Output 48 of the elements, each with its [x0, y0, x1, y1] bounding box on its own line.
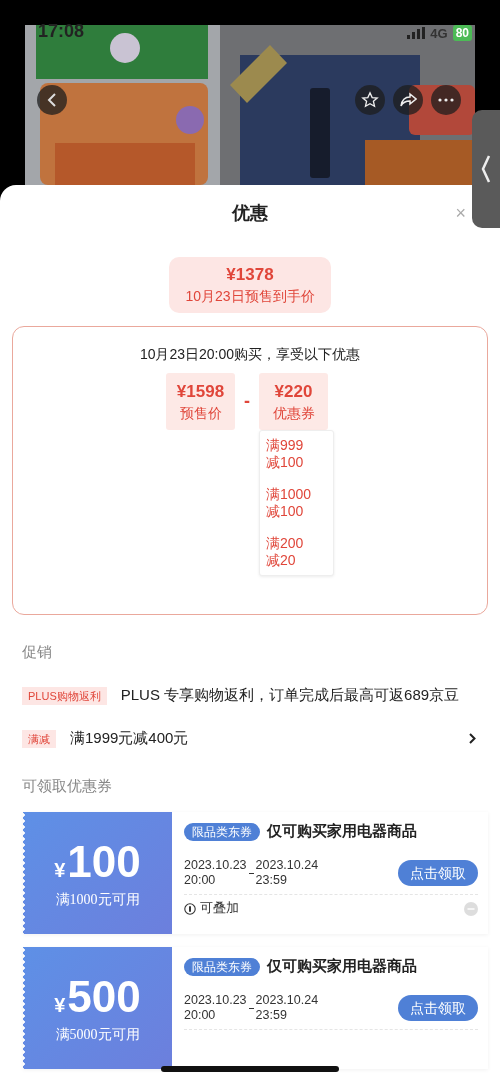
promo-text: PLUS 专享购物返利，订单完成后最高可返689京豆 [120, 685, 461, 705]
discount-tier-label: 满999 减100 [266, 437, 305, 471]
coupon-tag: 限品类东券 [184, 822, 260, 841]
chevron-right-icon[interactable] [469, 733, 476, 744]
promo-tag: 满减 [22, 730, 56, 748]
battery-level: 80 [452, 25, 472, 41]
minus-sign: - [243, 390, 251, 413]
discount-tier-label: 满200 减20 [266, 535, 305, 569]
breakdown-heading: 10月23日20:00购买，享受以下优惠 [139, 345, 361, 364]
section-heading: 促销 [22, 642, 53, 662]
start-date: 2023.10.23 20:00 [184, 993, 247, 1023]
coupon-price: ¥220 [274, 380, 313, 403]
status-time: 17:08 [38, 20, 85, 42]
start-date: 2023.10.23 20:00 [184, 858, 247, 888]
close-button[interactable]: × [455, 203, 466, 223]
info-icon [184, 902, 196, 915]
presale-price: ¥1598 [176, 380, 225, 403]
end-date: 2023.10.24 23:59 [255, 858, 319, 888]
signal-icon [407, 27, 426, 39]
network-label: 4G [430, 25, 448, 41]
sheet-title: 优惠 [232, 202, 268, 225]
coupon-tag: 限品类东券 [184, 957, 260, 976]
claim-button[interactable]: 点击领取 [398, 860, 478, 886]
back-icon [46, 92, 58, 108]
more-icon [438, 98, 454, 102]
coupon-title: 仅可购买家用电器商品 [267, 957, 417, 976]
coupon-amount: 500 [67, 972, 141, 1022]
side-tab[interactable] [472, 110, 500, 228]
final-price: ¥1378 [226, 264, 274, 286]
coupon-title: 仅可购买家用电器商品 [267, 822, 417, 841]
currency-sign: ¥ [54, 859, 66, 882]
star-icon [361, 91, 379, 109]
presale-label: 预售价 [179, 403, 222, 423]
promo-text: 满1999元减400元 [70, 728, 190, 748]
discount-tier-label: 满1000 减100 [266, 486, 313, 520]
promo-tag: PLUS购物返利 [22, 687, 107, 705]
chevron-left-icon [481, 154, 491, 184]
currency-sign: ¥ [54, 994, 66, 1017]
coupon-label: 优惠券 [272, 403, 315, 423]
coupon-amount: 100 [67, 837, 141, 887]
final-price-label: 10月23日预售到手价 [185, 287, 315, 306]
end-date: 2023.10.24 23:59 [255, 993, 319, 1023]
coupon-condition: 满1000元可用 [55, 891, 140, 909]
claim-button[interactable]: 点击领取 [398, 995, 478, 1021]
stackable-label: 可叠加 [200, 900, 239, 917]
coupon-condition: 满5000元可用 [55, 1026, 140, 1044]
section-heading: 可领取优惠券 [21, 776, 113, 796]
share-icon [399, 92, 417, 108]
